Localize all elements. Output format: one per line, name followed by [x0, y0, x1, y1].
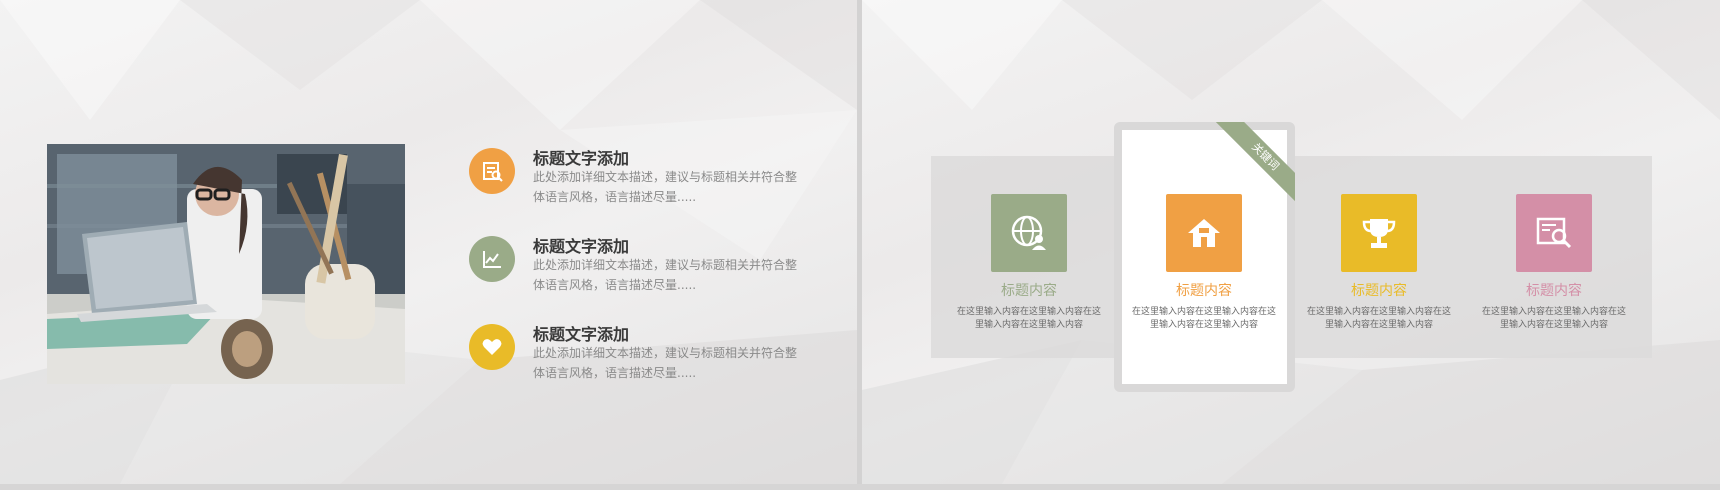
item-title: 标题文字添加 — [533, 149, 630, 168]
list-item-3: 标题文字添加 此处添加详细文本描述，建议与标题相关并符合整体语言风格，语言描述尽… — [469, 321, 829, 381]
column-text: 在这里输入内容在这里输入内容在这里输入内容在这里输入内容 — [956, 307, 1101, 330]
list-item-2: 标题文字添加 此处添加详细文本描述，建议与标题相关并符合整体语言风格，语言描述尽… — [469, 233, 829, 293]
column-text: 在这里输入内容在这里输入内容在这里输入内容在这里输入内容 — [1306, 307, 1451, 330]
item-description: 此处添加详细文本描述，建议与标题相关并符合整体语言风格，语言描述尽量..... — [533, 346, 798, 380]
item-description: 此处添加详细文本描述，建议与标题相关并符合整体语言风格，语言描述尽量..... — [533, 170, 798, 204]
column-4: 标题内容 在这里输入内容在这里输入内容在这里输入内容在这里输入内容 — [1476, 194, 1632, 332]
home-icon — [1166, 194, 1242, 272]
search-document-icon — [1516, 194, 1592, 272]
trophy-icon — [1341, 194, 1417, 272]
item-title: 标题文字添加 — [533, 237, 630, 256]
column-title: 标题内容 — [1351, 283, 1407, 299]
slide-left: 标题文字添加 此处添加详细文本描述，建议与标题相关并符合整体语言风格，语言描述尽… — [0, 0, 857, 484]
column-text: 在这里输入内容在这里输入内容在这里输入内容在这里输入内容 — [1481, 307, 1626, 330]
heart-icon — [469, 324, 515, 370]
woman-laptop-illustration — [47, 144, 405, 384]
column-2: 标题内容 在这里输入内容在这里输入内容在这里输入内容在这里输入内容 — [1126, 194, 1282, 332]
bottom-bar — [0, 484, 1720, 490]
office-photo — [47, 144, 405, 384]
globe-user-icon — [991, 194, 1067, 272]
column-text: 在这里输入内容在这里输入内容在这里输入内容在这里输入内容 — [1131, 307, 1276, 330]
line-chart-icon — [469, 236, 515, 282]
document-search-icon — [469, 148, 515, 194]
column-title: 标题内容 — [1001, 283, 1057, 299]
column-title: 标题内容 — [1526, 283, 1582, 299]
list-item-1: 标题文字添加 此处添加详细文本描述，建议与标题相关并符合整体语言风格，语言描述尽… — [469, 145, 829, 205]
item-title: 标题文字添加 — [533, 325, 630, 344]
column-title: 标题内容 — [1176, 283, 1232, 299]
column-3: 标题内容 在这里输入内容在这里输入内容在这里输入内容在这里输入内容 — [1301, 194, 1457, 332]
item-description: 此处添加详细文本描述，建议与标题相关并符合整体语言风格，语言描述尽量..... — [533, 258, 798, 292]
column-1: 标题内容 在这里输入内容在这里输入内容在这里输入内容在这里输入内容 — [951, 194, 1107, 332]
